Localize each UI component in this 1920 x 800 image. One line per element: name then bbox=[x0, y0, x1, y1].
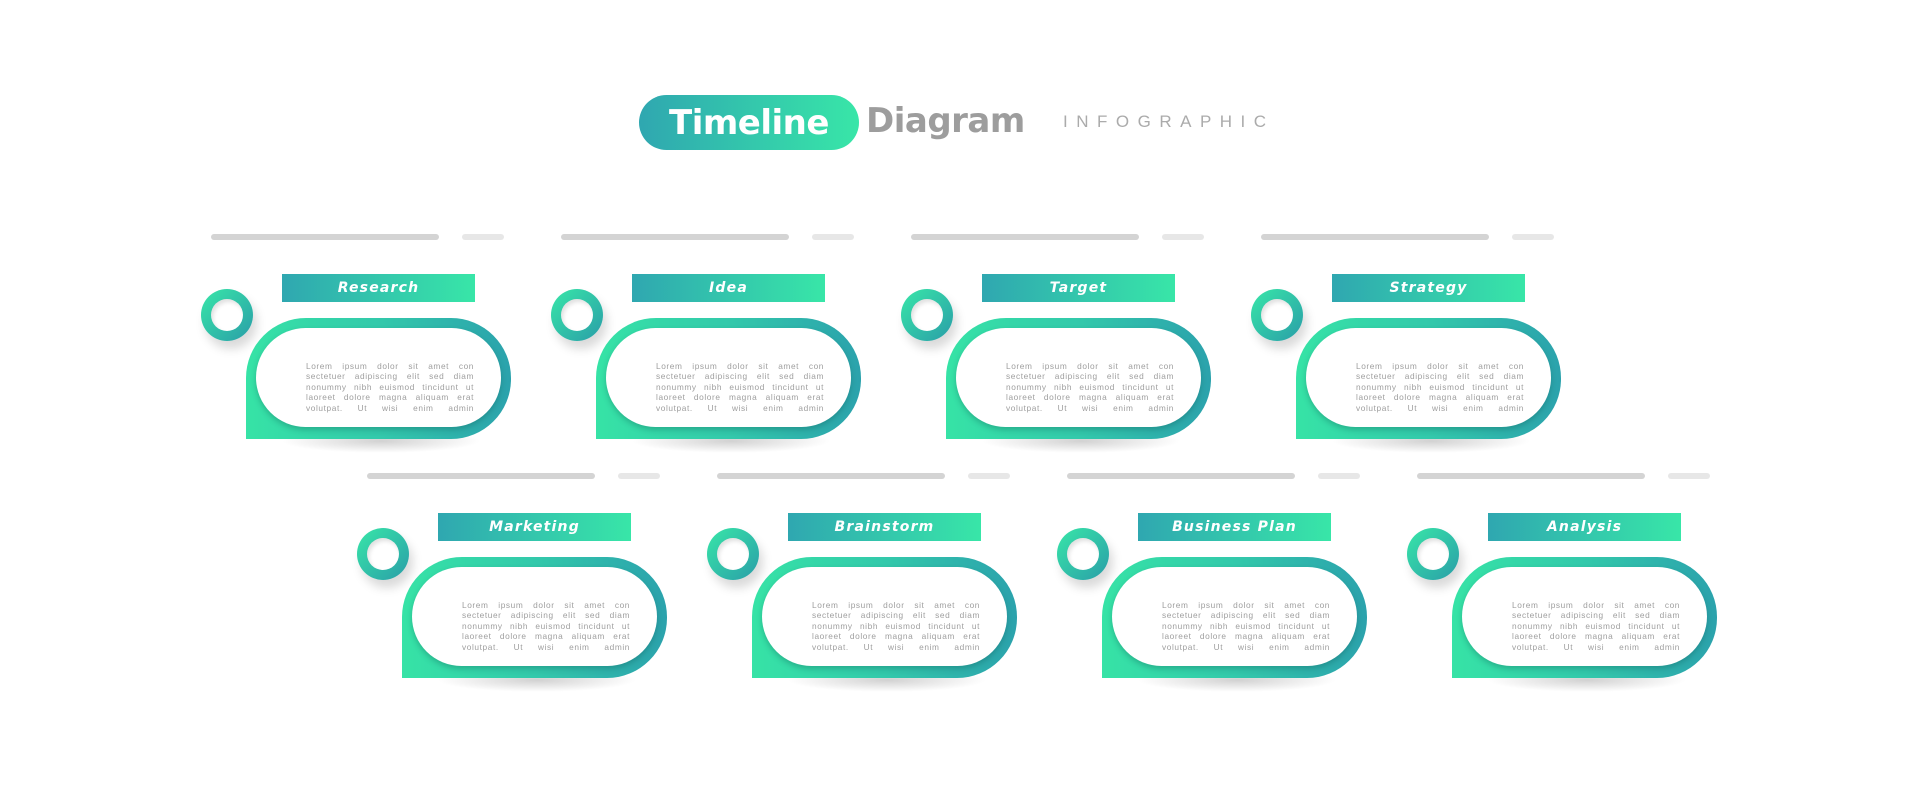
placeholder-bar bbox=[211, 234, 439, 240]
ring-marker-icon bbox=[1057, 528, 1109, 580]
timeline-step-target: Target Lorem ipsum dolor sit amet con se… bbox=[901, 234, 1251, 494]
step-card-body: Lorem ipsum dolor sit amet con sectetuer… bbox=[256, 328, 501, 427]
placeholder-bar bbox=[1417, 473, 1645, 479]
step-card: Lorem ipsum dolor sit amet con sectetuer… bbox=[1452, 557, 1717, 678]
placeholder-bar-short bbox=[1668, 473, 1710, 479]
timeline-step-business-plan: Business Plan Lorem ipsum dolor sit amet… bbox=[1057, 473, 1407, 733]
step-label-box: Brainstorm bbox=[788, 513, 981, 541]
title-rest: Diagram bbox=[866, 101, 1025, 141]
step-card-body: Lorem ipsum dolor sit amet con sectetuer… bbox=[956, 328, 1201, 427]
step-description: Lorem ipsum dolor sit amet con sectetuer… bbox=[1162, 600, 1330, 652]
timeline-step-brainstorm: Brainstorm Lorem ipsum dolor sit amet co… bbox=[707, 473, 1057, 733]
step-label: Strategy bbox=[1389, 280, 1468, 296]
step-label-box: Target bbox=[982, 274, 1175, 302]
ring-marker-icon bbox=[707, 528, 759, 580]
step-card-body: Lorem ipsum dolor sit amet con sectetuer… bbox=[1462, 567, 1707, 666]
step-label-box: Strategy bbox=[1332, 274, 1525, 302]
step-card-body: Lorem ipsum dolor sit amet con sectetuer… bbox=[1112, 567, 1357, 666]
step-card-body: Lorem ipsum dolor sit amet con sectetuer… bbox=[762, 567, 1007, 666]
title-highlight-pill: Timeline bbox=[639, 95, 859, 150]
step-label-box: Marketing bbox=[438, 513, 631, 541]
step-card: Lorem ipsum dolor sit amet con sectetuer… bbox=[596, 318, 861, 439]
title-tagline: INFOGRAPHIC bbox=[1063, 112, 1275, 131]
timeline-step-idea: Idea Lorem ipsum dolor sit amet con sect… bbox=[551, 234, 901, 494]
step-card: Lorem ipsum dolor sit amet con sectetuer… bbox=[402, 557, 667, 678]
placeholder-bar-short bbox=[462, 234, 504, 240]
ring-marker-icon bbox=[901, 289, 953, 341]
step-description: Lorem ipsum dolor sit amet con sectetuer… bbox=[462, 600, 630, 652]
placeholder-bar-short bbox=[968, 473, 1010, 479]
placeholder-bar bbox=[717, 473, 945, 479]
step-description: Lorem ipsum dolor sit amet con sectetuer… bbox=[1356, 361, 1524, 413]
step-card: Lorem ipsum dolor sit amet con sectetuer… bbox=[1296, 318, 1561, 439]
ring-marker-icon bbox=[201, 289, 253, 341]
placeholder-bar-short bbox=[1162, 234, 1204, 240]
step-label-box: Idea bbox=[632, 274, 825, 302]
step-card-body: Lorem ipsum dolor sit amet con sectetuer… bbox=[412, 567, 657, 666]
step-card-body: Lorem ipsum dolor sit amet con sectetuer… bbox=[606, 328, 851, 427]
placeholder-bar bbox=[367, 473, 595, 479]
ring-marker-icon bbox=[1251, 289, 1303, 341]
placeholder-bar-short bbox=[1318, 473, 1360, 479]
timeline-step-marketing: Marketing Lorem ipsum dolor sit amet con… bbox=[357, 473, 707, 733]
step-label-box: Research bbox=[282, 274, 475, 302]
step-description: Lorem ipsum dolor sit amet con sectetuer… bbox=[306, 361, 474, 413]
step-label: Research bbox=[337, 280, 420, 296]
step-label: Marketing bbox=[489, 519, 580, 535]
step-card: Lorem ipsum dolor sit amet con sectetuer… bbox=[752, 557, 1017, 678]
ring-marker-icon bbox=[357, 528, 409, 580]
placeholder-bar-short bbox=[812, 234, 854, 240]
title-highlight: Timeline bbox=[669, 102, 829, 143]
step-card: Lorem ipsum dolor sit amet con sectetuer… bbox=[246, 318, 511, 439]
ring-marker-icon bbox=[1407, 528, 1459, 580]
timeline-step-analysis: Analysis Lorem ipsum dolor sit amet con … bbox=[1407, 473, 1757, 733]
step-description: Lorem ipsum dolor sit amet con sectetuer… bbox=[1006, 361, 1174, 413]
step-label: Brainstorm bbox=[834, 519, 935, 535]
placeholder-bar bbox=[911, 234, 1139, 240]
step-description: Lorem ipsum dolor sit amet con sectetuer… bbox=[1512, 600, 1680, 652]
step-description: Lorem ipsum dolor sit amet con sectetuer… bbox=[656, 361, 824, 413]
step-description: Lorem ipsum dolor sit amet con sectetuer… bbox=[812, 600, 980, 652]
placeholder-bar bbox=[1261, 234, 1489, 240]
step-label: Target bbox=[1049, 280, 1108, 296]
step-card: Lorem ipsum dolor sit amet con sectetuer… bbox=[946, 318, 1211, 439]
step-label: Analysis bbox=[1546, 519, 1623, 535]
timeline-step-research: Research Lorem ipsum dolor sit amet con … bbox=[201, 234, 551, 494]
step-label-box: Business Plan bbox=[1138, 513, 1331, 541]
placeholder-bar-short bbox=[1512, 234, 1554, 240]
ring-marker-icon bbox=[551, 289, 603, 341]
placeholder-bar bbox=[1067, 473, 1295, 479]
step-card-body: Lorem ipsum dolor sit amet con sectetuer… bbox=[1306, 328, 1551, 427]
placeholder-bar bbox=[561, 234, 789, 240]
placeholder-bar-short bbox=[618, 473, 660, 479]
step-label: Business Plan bbox=[1172, 519, 1297, 535]
step-label-box: Analysis bbox=[1488, 513, 1681, 541]
timeline-step-strategy: Strategy Lorem ipsum dolor sit amet con … bbox=[1251, 234, 1601, 494]
step-label: Idea bbox=[709, 280, 748, 296]
step-card: Lorem ipsum dolor sit amet con sectetuer… bbox=[1102, 557, 1367, 678]
